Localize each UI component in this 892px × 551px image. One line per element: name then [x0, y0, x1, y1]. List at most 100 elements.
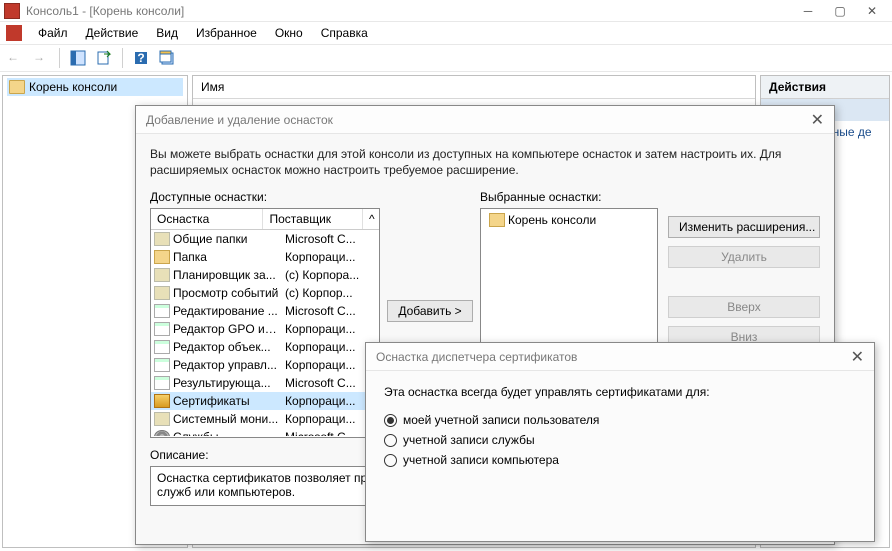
snapin-vendor: Microsoft C...	[281, 232, 379, 246]
snapin-row[interactable]: Редактор GPO ин...Корпораци...	[151, 320, 379, 338]
snapin-icon	[154, 358, 170, 372]
selected-root-label: Корень консоли	[508, 213, 596, 227]
snapin-name: Редактор GPO ин...	[173, 322, 281, 336]
snapin-name: Редактирование ...	[173, 304, 281, 318]
snapin-icon	[154, 250, 170, 264]
cert-dialog-close-button[interactable]: ✕	[851, 347, 864, 367]
snapin-icon	[154, 412, 170, 426]
folder-icon	[9, 80, 25, 94]
snapin-row[interactable]: Редактор управл...Корпораци...	[151, 356, 379, 374]
titlebar: Консоль1 - [Корень консоли] ─ ▢ ✕	[0, 0, 892, 22]
snapin-name: Редактор управл...	[173, 358, 281, 372]
available-header: Оснастка Поставщик ^	[151, 209, 379, 230]
radio-icon	[384, 434, 397, 447]
snapin-icon	[154, 430, 170, 436]
app-icon	[4, 3, 20, 19]
back-button[interactable]: ←	[4, 47, 26, 69]
radio-icon	[384, 414, 397, 427]
forward-button[interactable]: →	[30, 47, 52, 69]
new-window-button[interactable]	[156, 47, 178, 69]
cert-prompt: Эта оснастка всегда будет управлять серт…	[384, 385, 856, 399]
snapin-row[interactable]: Просмотр событий(с) Корпор...	[151, 284, 379, 302]
window-title: Консоль1 - [Корень консоли]	[26, 4, 792, 18]
snapin-vendor: (с) Корпора...	[281, 268, 379, 282]
snapin-vendor: Корпораци...	[281, 322, 379, 336]
radio-label: учетной записи компьютера	[403, 453, 559, 467]
snapin-icon	[154, 304, 170, 318]
snapin-name: Планировщик за...	[173, 268, 281, 282]
toolbar-sep	[59, 48, 60, 68]
list-column-name[interactable]: Имя	[193, 76, 755, 99]
snapin-icon	[154, 340, 170, 354]
snapin-row[interactable]: Планировщик за...(с) Корпора...	[151, 266, 379, 284]
toolbar: ← → ?	[0, 44, 892, 72]
available-snapins-list[interactable]: Оснастка Поставщик ^ Общие папкиMicrosof…	[150, 208, 380, 438]
snapin-row[interactable]: СлужбыMicrosoft C...	[151, 428, 379, 436]
maximize-button[interactable]: ▢	[824, 1, 856, 21]
dialog-titlebar: Добавление и удаление оснасток ✕	[136, 106, 834, 134]
menubar-app-icon	[6, 25, 22, 41]
tree-root-label: Корень консоли	[29, 80, 117, 94]
dialog-title: Добавление и удаление оснасток	[146, 113, 333, 127]
snapin-icon	[154, 268, 170, 282]
snapin-row[interactable]: Системный мони...Корпораци...	[151, 410, 379, 428]
close-button[interactable]: ✕	[856, 1, 888, 21]
snapin-name: Общие папки	[173, 232, 281, 246]
dialog-close-button[interactable]: ✕	[811, 110, 824, 130]
move-up-button[interactable]: Вверх	[668, 296, 820, 318]
snapin-vendor: (с) Корпор...	[281, 286, 379, 300]
cert-account-option[interactable]: учетной записи компьютера	[384, 453, 856, 467]
snapin-row[interactable]: Результирующа...Microsoft C...	[151, 374, 379, 392]
radio-icon	[384, 454, 397, 467]
col-vendor[interactable]: Поставщик	[263, 209, 363, 229]
menu-view[interactable]: Вид	[148, 24, 186, 42]
col-snapin[interactable]: Оснастка	[151, 209, 263, 229]
radio-label: учетной записи службы	[403, 433, 535, 447]
snapin-icon	[154, 376, 170, 390]
cert-account-option[interactable]: учетной записи службы	[384, 433, 856, 447]
folder-icon	[489, 213, 505, 227]
snapin-row[interactable]: СертификатыКорпораци...	[151, 392, 379, 410]
export-button[interactable]	[93, 47, 115, 69]
scroll-indicator: ^	[363, 209, 379, 229]
menubar: Файл Действие Вид Избранное Окно Справка	[0, 22, 892, 44]
help-button[interactable]: ?	[130, 47, 152, 69]
remove-button[interactable]: Удалить	[668, 246, 820, 268]
radio-label: моей учетной записи пользователя	[403, 413, 599, 427]
actions-header: Действия	[761, 76, 889, 99]
tree-root-item[interactable]: Корень консоли	[7, 78, 183, 96]
minimize-button[interactable]: ─	[792, 1, 824, 21]
snapin-row[interactable]: ПапкаКорпораци...	[151, 248, 379, 266]
cert-dialog-title: Оснастка диспетчера сертификатов	[376, 350, 577, 364]
selected-label: Выбранные оснастки:	[480, 190, 658, 204]
menu-help[interactable]: Справка	[313, 24, 376, 42]
snapin-name: Редактор объек...	[173, 340, 281, 354]
snapin-vendor: Microsoft C...	[281, 304, 379, 318]
show-hide-tree-button[interactable]	[67, 47, 89, 69]
snapin-name: Сертификаты	[173, 394, 281, 408]
menu-action[interactable]: Действие	[78, 24, 147, 42]
menu-window[interactable]: Окно	[267, 24, 311, 42]
snapin-name: Системный мони...	[173, 412, 281, 426]
selected-root-item[interactable]: Корень консоли	[483, 211, 655, 229]
snapin-icon	[154, 286, 170, 300]
svg-text:?: ?	[137, 51, 144, 65]
snapin-vendor: Корпораци...	[281, 250, 379, 264]
snapin-row[interactable]: Редактор объек...Корпораци...	[151, 338, 379, 356]
snapin-icon	[154, 322, 170, 336]
snapin-name: Просмотр событий	[173, 286, 281, 300]
cert-account-option[interactable]: моей учетной записи пользователя	[384, 413, 856, 427]
available-label: Доступные оснастки:	[150, 190, 380, 204]
snapin-icon	[154, 232, 170, 246]
edit-extensions-button[interactable]: Изменить расширения...	[668, 216, 820, 238]
menu-favorites[interactable]: Избранное	[188, 24, 265, 42]
menu-file[interactable]: Файл	[30, 24, 76, 42]
add-button[interactable]: Добавить >	[387, 300, 472, 322]
snapin-name: Результирующа...	[173, 376, 281, 390]
snapin-name: Папка	[173, 250, 281, 264]
snapin-name: Службы	[173, 430, 281, 436]
snapin-row[interactable]: Редактирование ...Microsoft C...	[151, 302, 379, 320]
dialog-description: Вы можете выбрать оснастки для этой конс…	[150, 146, 820, 178]
snapin-row[interactable]: Общие папкиMicrosoft C...	[151, 230, 379, 248]
cert-dialog-titlebar: Оснастка диспетчера сертификатов ✕	[366, 343, 874, 371]
